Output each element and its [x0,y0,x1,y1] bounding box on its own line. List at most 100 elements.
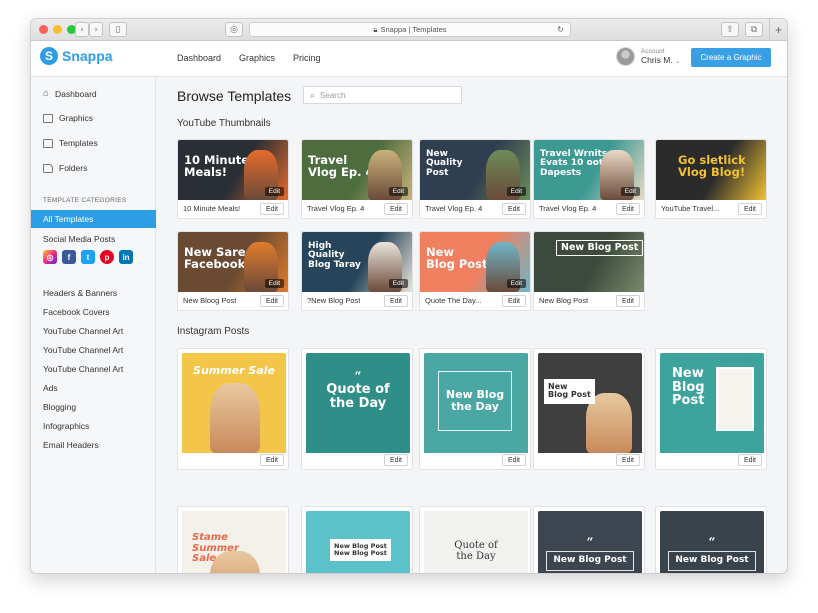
youtube-template-card[interactable]: Go sletlick Vlog Blog! YouTube Travel... E… [655,139,767,219]
instagram-template-card[interactable]: Stame Summer SaleEdit [177,506,289,573]
sidebar-item-blogging[interactable]: Blogging [43,402,76,412]
edit-button[interactable]: Edit [383,295,408,307]
section-title-youtube: YouTube Thumbnails [177,118,271,129]
post-headline: New Blog Post New Blog Post [330,539,391,561]
sidebar-item-graphics[interactable]: Graphics [43,113,93,123]
instagram-template-card[interactable]: Summer Sale Edit [177,348,289,470]
sidebar-item-dashboard[interactable]: ⌂ Dashboard [43,88,97,99]
instagram-template-card[interactable]: New Blog Post Edit [655,348,767,470]
instagram-template-card[interactable]: “Quote of the Day Edit [301,348,413,470]
thumbnail-headline: High Quality Blog Taray [308,241,361,270]
facebook-icon[interactable]: f [62,250,76,264]
thumbnail-edit-overlay[interactable]: Edit [388,187,408,196]
edit-button[interactable]: Edit [615,295,640,307]
edit-button[interactable]: Edit [501,454,526,466]
sidebar-item-email-headers[interactable]: Email Headers [43,440,99,450]
template-thumbnail: New Blog Post Edit [420,232,530,292]
sidebar-item-label: Folders [59,163,88,173]
account-menu[interactable]: Account Chris M. ⌄ [616,47,680,66]
nav-dashboard[interactable]: Dashboard [177,53,221,63]
thumbnail-edit-overlay[interactable]: Edit [264,279,284,288]
sidebar-item-label: Dashboard [55,88,97,99]
sidebar-item-youtube-channel-art[interactable]: YouTube Channel Art [43,345,123,355]
close-window-button[interactable] [39,25,48,34]
thumbnail-edit-overlay[interactable]: Edit [264,187,284,196]
quote-icon: “ [586,535,594,549]
thumbnail-edit-overlay[interactable]: Edit [506,279,526,288]
nav-pricing[interactable]: Pricing [293,53,321,63]
thumbnail-headline: Travel Vlog Ep. 4 [308,153,373,180]
edit-button[interactable]: Edit [259,203,284,215]
top-navigation: S Snappa Dashboard Graphics Pricing Acco… [31,41,787,77]
forward-arrow-icon[interactable]: › [89,22,103,37]
youtube-template-card[interactable]: Travel Vlog Ep. 4 Edit Travel Vlog Ep. 4 Ed… [301,139,413,219]
edit-button[interactable]: Edit [383,454,408,466]
thumbnail-headline: New Quality Post [426,149,463,178]
youtube-template-card[interactable]: New Blog Post Edit Quote The Day... Edit [419,231,531,311]
sidebar-item-headers-banners[interactable]: Headers & Banners [43,288,117,298]
sidebar-item-youtube-channel-art[interactable]: YouTube Channel Art [43,326,123,336]
reload-icon[interactable]: ↻ [557,25,564,34]
youtube-template-card[interactable]: New Sare By Facebook tEdit New Bloog Post… [177,231,289,311]
sidebar-item-folders[interactable]: Folders [43,163,87,173]
sidebar-item-templates[interactable]: Templates [43,138,98,148]
sidebar-toggle-icon[interactable]: ▯ [109,22,127,37]
youtube-template-card[interactable]: Travel Wrnits Evats 10 oot Dapests Edit Tr… [533,139,645,219]
main-content: Browse Templates ⌕ Search YouTube Thumbn… [157,78,787,573]
edit-button[interactable]: Edit [259,295,284,307]
instagram-template-card[interactable]: New Blog the Day Edit [419,348,531,470]
instagram-icon[interactable]: ◎ [43,250,57,264]
address-bar[interactable]: 🔒︎ Snappa | Templates ↻ [249,22,571,37]
template-thumbnail: New Sare By Facebook tEdit [178,232,288,292]
linkedin-icon[interactable]: in [119,250,133,264]
youtube-template-card[interactable]: New Quality Post Edit Travel Vlog Ep. 4 Edi… [419,139,531,219]
sidebar-item-infographics[interactable]: Infographics [43,421,89,431]
twitter-icon[interactable]: t [81,250,95,264]
back-arrow-icon[interactable]: ‹ [75,22,89,37]
sidebar-item-facebook-covers[interactable]: Facebook Covers [43,307,110,317]
edit-button[interactable]: Edit [383,203,408,215]
sidebar-item-all-templates[interactable]: All Templates [31,210,156,228]
new-tab-button[interactable]: + [769,19,787,41]
share-icon[interactable]: ⇧ [721,22,739,37]
account-label: Account [641,48,665,55]
youtube-template-card[interactable]: 10 Minute Meals! Edit 10 Minute Meals! Edit [177,139,289,219]
folder-icon [43,163,53,173]
sidebar-item-ads[interactable]: Ads [43,383,58,393]
minimize-window-button[interactable] [53,25,62,34]
instagram-template-card[interactable]: “New Blog PostEdit [533,506,645,573]
youtube-template-card[interactable]: New Blog Post New Blog Post Edit [533,231,645,311]
logo-text: Snappa [62,48,113,64]
edit-button[interactable]: Edit [501,295,526,307]
edit-button[interactable]: Edit [615,454,640,466]
edit-button[interactable]: Edit [501,203,526,215]
edit-button[interactable]: Edit [615,203,640,215]
thumbnail-headline: New Blog Post [556,240,644,256]
instagram-template-card[interactable]: Quote of the DayEdit [419,506,531,573]
thumbnail-edit-overlay[interactable]: Edit [506,187,526,196]
create-graphic-button[interactable]: Create a Graphic [691,48,771,67]
thumbnail-edit-overlay[interactable]: Edit [620,187,640,196]
tabs-overview-icon[interactable]: ⧉ [745,22,763,37]
privacy-icon[interactable]: ◎ [225,22,243,37]
nav-graphics[interactable]: Graphics [239,53,275,63]
sidebar-item-youtube-channel-art[interactable]: YouTube Channel Art [43,364,123,374]
account-name: Chris M. [641,55,673,65]
instagram-template-card[interactable]: “New Blog PostEdit [655,506,767,573]
edit-button[interactable]: Edit [737,454,762,466]
edit-button[interactable]: Edit [259,454,284,466]
window-controls [39,25,76,34]
instagram-template-card[interactable]: New Blog Post New Blog PostEdit [301,506,413,573]
post-headline: New Blog Post [668,551,756,571]
pinterest-icon[interactable]: p [100,250,114,264]
sidebar-item-label: Templates [59,138,98,148]
search-input[interactable]: ⌕ Search [303,86,462,104]
edit-button[interactable]: Edit [737,203,762,215]
snappa-logo[interactable]: S Snappa [40,47,113,65]
post-headline: New Blog Post [546,551,634,571]
youtube-template-card[interactable]: High Quality Blog Taray Edit ?New Blog Pos… [301,231,413,311]
instagram-template-card[interactable]: New Blog Post Edit [533,348,645,470]
thumbnail-edit-overlay[interactable]: Edit [388,279,408,288]
template-thumbnail: Stame Summer Sale [182,511,286,573]
sidebar-item-social-media[interactable]: Social Media Posts [43,234,115,244]
